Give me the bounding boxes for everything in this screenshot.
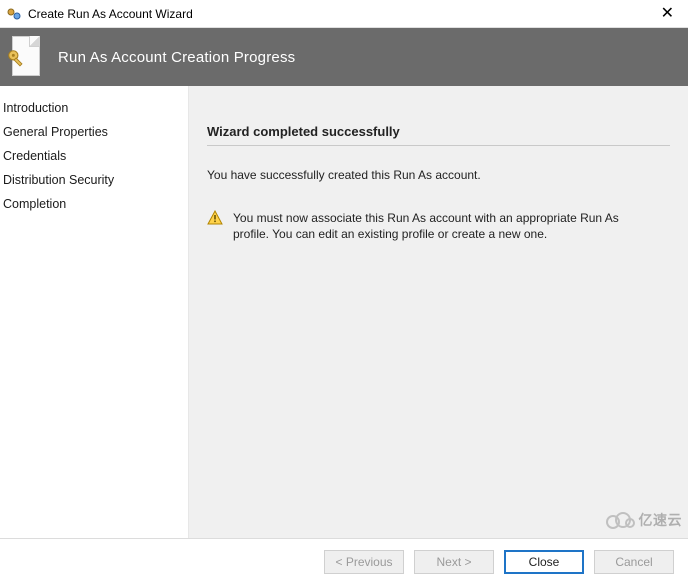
app-icon — [6, 6, 22, 22]
body-area: Introduction General Properties Credenti… — [0, 86, 688, 538]
sidebar-item-credentials[interactable]: Credentials — [3, 144, 188, 168]
titlebar: Create Run As Account Wizard ✕ — [0, 0, 688, 28]
banner-heading: Run As Account Creation Progress — [58, 49, 295, 66]
previous-button: < Previous — [324, 550, 404, 574]
content-heading: Wizard completed successfully — [207, 124, 670, 146]
wizard-banner: Run As Account Creation Progress — [0, 28, 688, 86]
next-button: Next > — [414, 550, 494, 574]
success-message: You have successfully created this Run A… — [207, 168, 670, 182]
warning-message: You must now associate this Run As accou… — [233, 210, 653, 242]
close-icon[interactable]: ✕ — [653, 6, 682, 22]
cancel-button: Cancel — [594, 550, 674, 574]
sidebar-item-introduction[interactable]: Introduction — [3, 96, 188, 120]
warning-icon — [207, 210, 223, 226]
wizard-footer: < Previous Next > Close Cancel — [0, 538, 688, 584]
sidebar-item-distribution-security[interactable]: Distribution Security — [3, 168, 188, 192]
sidebar-item-general-properties[interactable]: General Properties — [3, 120, 188, 144]
sidebar-item-completion[interactable]: Completion — [3, 192, 188, 216]
wizard-content: Wizard completed successfully You have s… — [188, 86, 688, 538]
window-title: Create Run As Account Wizard — [28, 7, 653, 21]
close-button[interactable]: Close — [504, 550, 584, 574]
wizard-sidebar: Introduction General Properties Credenti… — [0, 86, 188, 538]
warning-row: You must now associate this Run As accou… — [207, 210, 670, 242]
page-key-icon — [6, 34, 44, 80]
